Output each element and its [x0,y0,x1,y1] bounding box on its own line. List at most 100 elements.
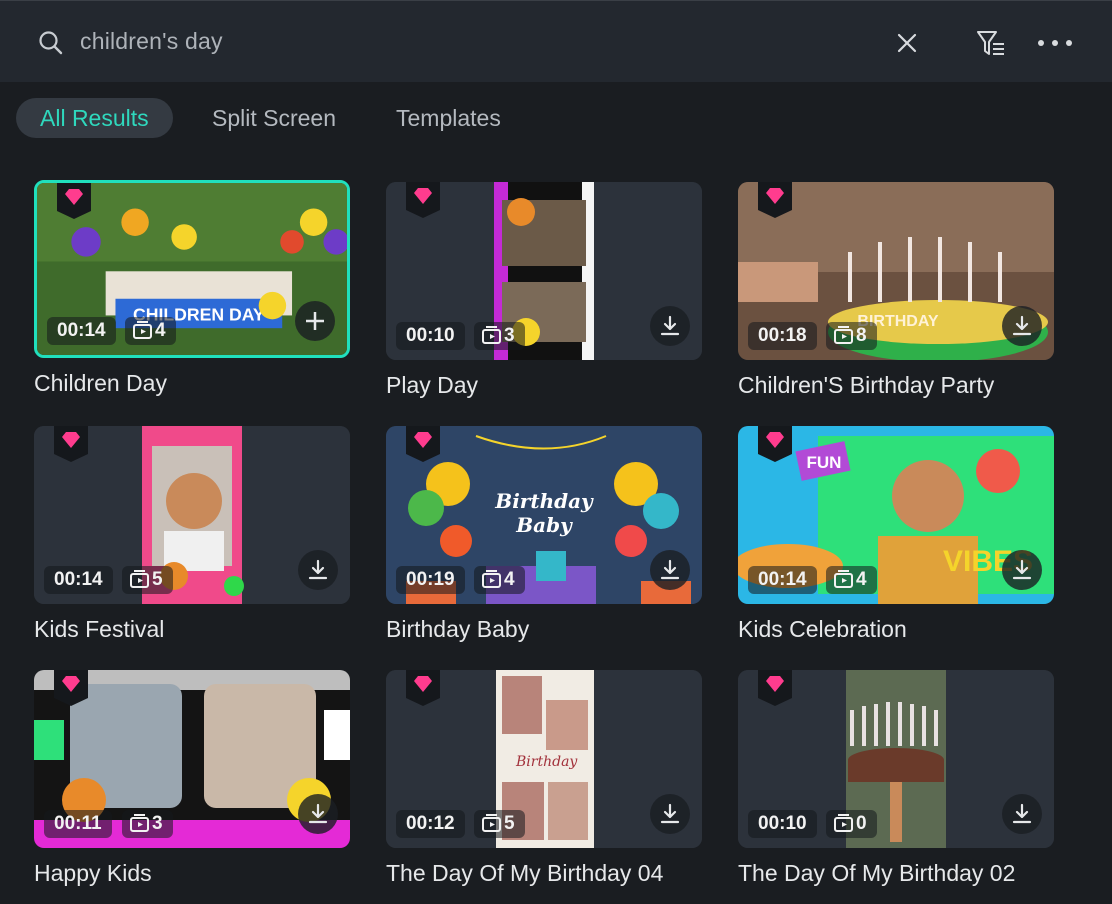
template-card-childrens-birthday-party[interactable]: BIRTHDAY 00:18 8 Children'S Birthday Par… [738,182,1054,398]
template-thumbnail[interactable]: Birthday 00:12 5 [386,670,702,848]
clip-count: 0 [856,813,867,834]
download-icon [660,315,680,336]
template-thumbnail[interactable]: Birthday Baby 00:19 4 [386,426,702,604]
template-card-birthday-baby[interactable]: Birthday Baby 00:19 4 Birthday Baby [386,426,702,642]
premium-gem-icon [57,183,91,219]
tab-split-screen[interactable]: Split Screen [212,98,336,138]
clip-count-badge: 3 [474,322,525,350]
premium-gem-icon [758,670,792,706]
clip-count-badge: 8 [826,322,877,350]
template-title: Children'S Birthday Party [738,372,995,398]
clip-icon [482,570,501,588]
template-card-children-day[interactable]: CHILDREN DAY 00:14 4 Children Day [34,180,350,396]
template-title: The Day Of My Birthday 02 [738,860,1016,886]
clip-count: 8 [856,325,867,346]
search-icon [39,31,63,55]
clip-icon [482,326,501,344]
clip-icon [133,321,152,339]
duration-badge: 00:11 [44,810,112,838]
template-card-play-day[interactable]: 00:10 3 Play Day [386,182,702,398]
tab-all-results[interactable]: All Results [16,98,173,138]
template-title: Kids Celebration [738,616,907,642]
download-button[interactable] [298,794,338,834]
template-thumbnail[interactable]: FUN VIBES 00:14 4 [738,426,1054,604]
download-button[interactable] [650,550,690,590]
clip-icon [834,814,853,832]
clip-count: 5 [504,813,515,834]
clip-count: 4 [155,320,166,341]
clip-icon [482,814,501,832]
premium-gem-icon [406,670,440,706]
template-card-happy-kids[interactable]: 00:11 3 Happy Kids [34,670,350,886]
more-icon[interactable] [1036,33,1074,53]
download-button[interactable] [1002,794,1042,834]
template-title: Children Day [34,370,167,396]
download-icon [660,803,680,824]
template-thumbnail[interactable]: CHILDREN DAY 00:14 4 [34,180,350,358]
template-card-the-day-of-my-birthday-02[interactable]: 00:10 0 The Day Of My Birthday 02 [738,670,1054,886]
clip-count-badge: 4 [826,566,877,594]
duration-badge: 00:14 [748,566,817,594]
premium-gem-icon [406,182,440,218]
download-icon [1012,315,1032,336]
clip-count-badge: 5 [474,810,525,838]
download-icon [308,803,328,824]
clip-icon [130,570,149,588]
thumbnail-text: FUN [807,453,842,472]
premium-gem-icon [406,426,440,462]
download-button[interactable] [298,550,338,590]
premium-gem-icon [758,182,792,218]
duration-badge: 00:14 [47,317,116,345]
search-input[interactable]: children's day [80,28,223,55]
template-thumbnail[interactable]: 00:11 3 [34,670,350,848]
template-thumbnail[interactable]: 00:10 0 [738,670,1054,848]
duration-badge: 00:14 [44,566,113,594]
template-card-the-day-of-my-birthday-04[interactable]: Birthday 00:12 5 The Day Of My Birthday … [386,670,702,886]
premium-gem-icon [54,426,88,462]
template-title: The Day Of My Birthday 04 [386,860,664,886]
template-title: Happy Kids [34,860,152,886]
clip-count-badge: 4 [125,317,176,345]
add-button[interactable] [295,301,335,341]
clip-count-badge: 4 [474,566,525,594]
download-icon [1012,559,1032,580]
download-icon [1012,803,1032,824]
clip-count: 4 [504,569,515,590]
template-card-kids-festival[interactable]: 00:14 5 Kids Festival [34,426,350,642]
duration-badge: 00:10 [396,322,465,350]
duration-badge: 00:12 [396,810,465,838]
template-title: Play Day [386,372,479,398]
filter-icon[interactable] [975,28,1007,60]
download-icon [660,559,680,580]
duration-badge: 00:19 [396,566,465,594]
clip-count-badge: 3 [122,810,173,838]
thumbnail-text: Baby [515,513,573,537]
close-icon[interactable] [895,31,919,55]
thumbnail-text: Birthday [494,489,594,513]
clip-count: 3 [504,325,515,346]
template-thumbnail[interactable]: 00:14 5 [34,426,350,604]
template-title: Birthday Baby [386,616,530,642]
template-card-kids-celebration[interactable]: FUN VIBES 00:14 4 Kids Celebration [738,426,1054,642]
template-thumbnail[interactable]: BIRTHDAY 00:18 8 [738,182,1054,360]
search-bar: children's day [0,0,1112,82]
template-title: Kids Festival [34,616,165,642]
tab-templates[interactable]: Templates [396,98,501,138]
clip-count: 4 [856,569,867,590]
download-button[interactable] [1002,306,1042,346]
download-button[interactable] [650,306,690,346]
template-thumbnail[interactable]: 00:10 3 [386,182,702,360]
premium-gem-icon [758,426,792,462]
thumbnail-text: Birthday [515,754,578,770]
clip-count-badge: 5 [122,566,173,594]
download-button[interactable] [1002,550,1042,590]
premium-gem-icon [54,670,88,706]
clip-icon [834,326,853,344]
clip-icon [130,814,149,832]
clip-count: 3 [152,813,163,834]
download-button[interactable] [650,794,690,834]
duration-badge: 00:18 [748,322,817,350]
duration-badge: 00:10 [748,810,817,838]
download-icon [308,559,328,580]
clip-count-badge: 0 [826,810,877,838]
